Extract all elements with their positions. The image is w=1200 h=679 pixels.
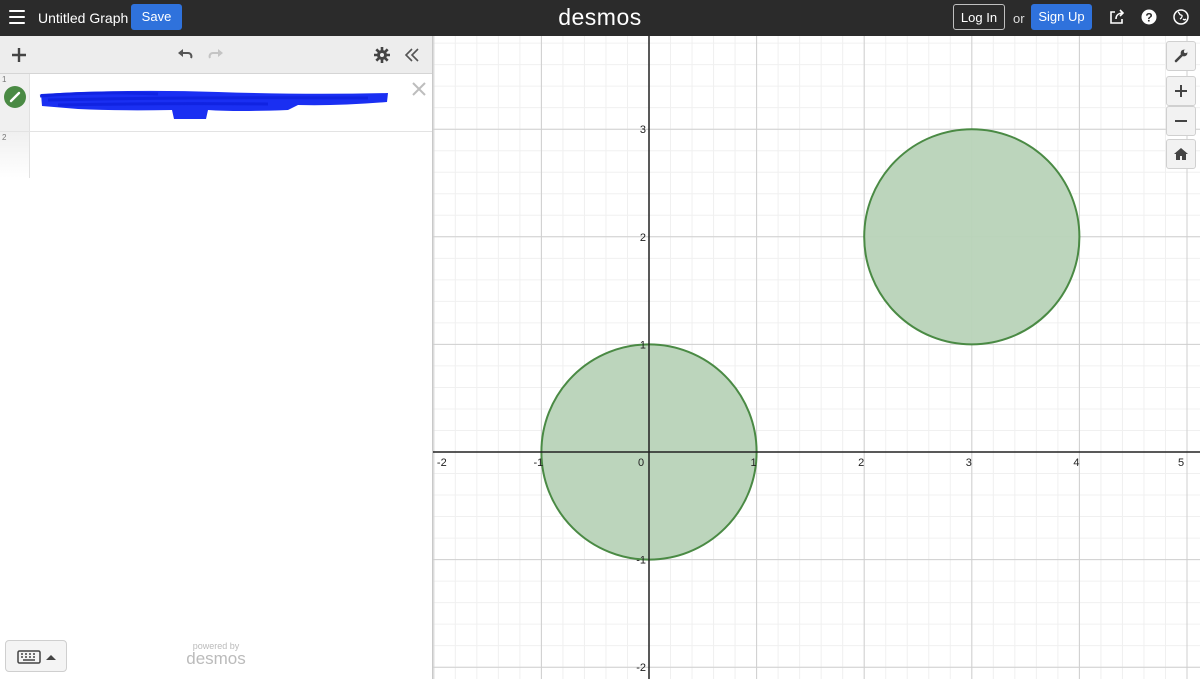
help-icon[interactable]: ? <box>1141 9 1157 25</box>
svg-text:?: ? <box>1145 11 1152 25</box>
powered-by-desmos[interactable]: powered by desmos <box>183 641 249 667</box>
top-bar: Untitled Graph Save desmos Log In or Sig… <box>0 0 1200 36</box>
graph-plot[interactable]: -2 -1 0 1 2 3 4 5 3 2 1 -1 -2 <box>433 36 1200 679</box>
x-tick-label: -2 <box>437 457 447 469</box>
zoom-out-icon <box>1175 120 1187 122</box>
expression-tab[interactable]: 1 <box>0 74 30 131</box>
y-tick-label: -1 <box>636 555 646 567</box>
expression-row-1[interactable]: 1 <box>0 74 432 132</box>
y-tick-label: 3 <box>640 124 646 136</box>
wrench-icon <box>1174 49 1188 63</box>
collapse-panel-icon[interactable] <box>403 46 421 64</box>
y-tick-label: 1 <box>640 339 646 351</box>
circle-shape <box>863 128 1081 346</box>
expression-tab[interactable]: 2 <box>0 132 30 178</box>
undo-icon[interactable] <box>176 46 194 64</box>
x-tick-label: 5 <box>1178 457 1184 469</box>
signup-button[interactable]: Sign Up <box>1031 4 1092 30</box>
default-viewport-button[interactable] <box>1166 139 1196 169</box>
graph-canvas[interactable]: -2 -1 0 1 2 3 4 5 3 2 1 -1 -2 <box>433 36 1200 679</box>
expression-toolbar <box>0 36 432 74</box>
or-text: or <box>1013 11 1025 26</box>
delete-expression-icon[interactable] <box>410 80 428 98</box>
x-tick-label: 2 <box>858 457 864 469</box>
expression-index: 2 <box>2 133 7 142</box>
expression-index: 1 <box>2 75 7 84</box>
color-swatch[interactable] <box>4 86 26 108</box>
x-tick-label: -1 <box>534 457 544 469</box>
login-button[interactable]: Log In <box>953 4 1005 30</box>
zoom-out-button[interactable] <box>1166 106 1196 136</box>
share-icon[interactable] <box>1109 9 1125 25</box>
y-tick-label: -2 <box>636 662 646 674</box>
pencil-icon <box>9 91 21 103</box>
home-icon <box>1174 148 1188 160</box>
x-tick-label: 3 <box>966 457 972 469</box>
x-tick-label: 4 <box>1073 457 1079 469</box>
redo-icon[interactable] <box>207 46 225 64</box>
y-tick-label: 2 <box>640 232 646 244</box>
zoom-in-button[interactable] <box>1166 76 1196 106</box>
zoom-in-icon <box>1175 85 1187 97</box>
graph-settings-button[interactable] <box>1166 41 1196 71</box>
settings-gear-icon[interactable] <box>373 46 391 64</box>
x-tick-label: 0 <box>638 457 644 469</box>
keyboard-icon <box>17 650 56 664</box>
save-button[interactable]: Save <box>131 4 182 30</box>
powered-by-brand: desmos <box>186 649 246 668</box>
keyboard-toggle-button[interactable] <box>5 640 67 672</box>
expression-panel: 1 2 powered by desmos <box>0 36 433 679</box>
x-tick-label: 1 <box>751 457 757 469</box>
add-expression-icon[interactable] <box>10 46 28 64</box>
hamburger-menu-icon[interactable] <box>9 10 25 24</box>
expression-row-2[interactable]: 2 <box>0 132 432 178</box>
globe-icon[interactable] <box>1173 9 1189 25</box>
redacted-expression <box>39 90 388 119</box>
graph-title[interactable]: Untitled Graph <box>38 10 128 26</box>
